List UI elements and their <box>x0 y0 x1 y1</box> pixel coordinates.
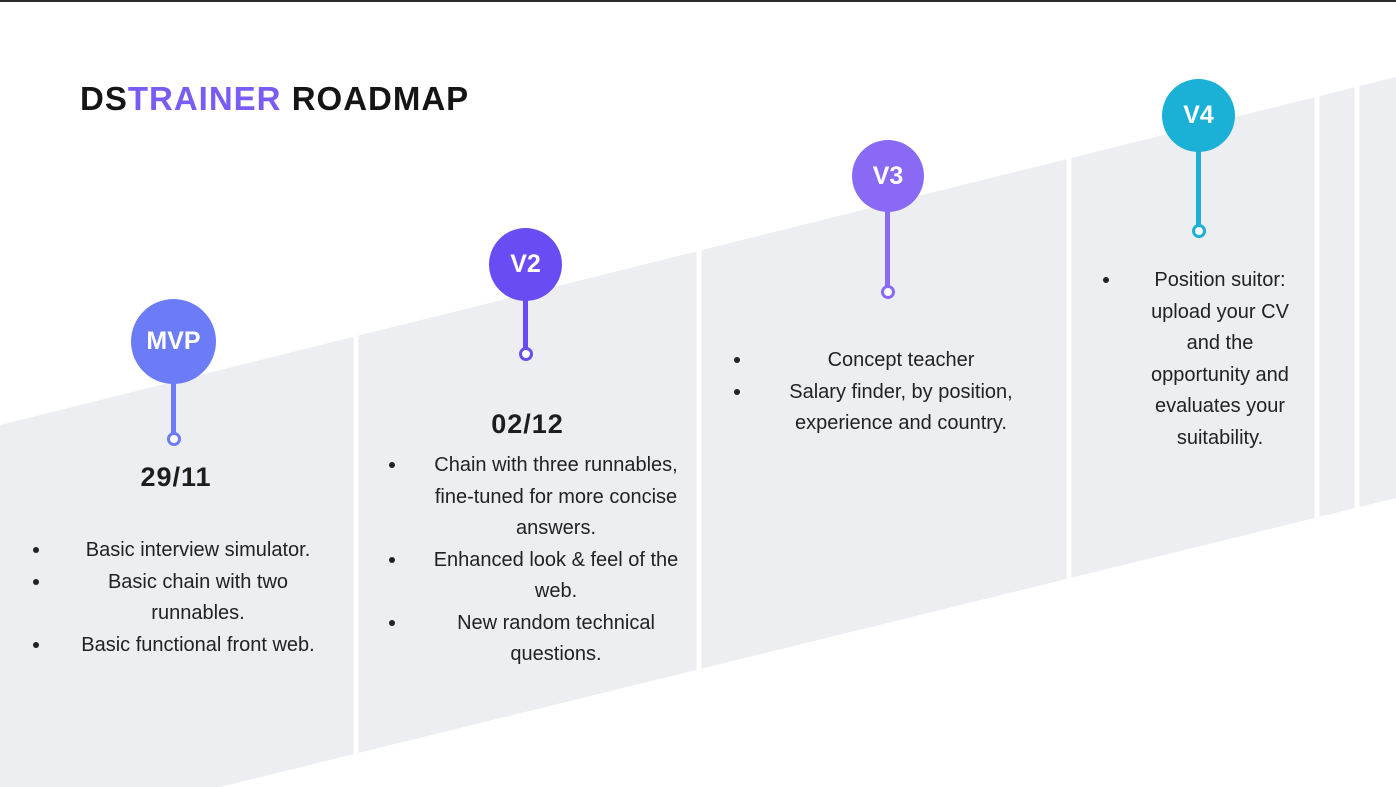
title-accent: TRAINER <box>127 80 282 117</box>
milestone-v2-badge: V2 <box>489 228 562 301</box>
list-item: Basic functional front web. <box>30 630 322 662</box>
milestone-v3-marker <box>881 285 895 299</box>
milestone-v4-badge: V4 <box>1162 79 1235 152</box>
milestone-v2-stem <box>523 300 528 348</box>
list-item: Chain with three runnables, fine-tuned f… <box>386 450 682 545</box>
list-item: Enhanced look & feel of the web. <box>386 545 682 608</box>
list-item: Basic interview simulator. <box>30 535 322 567</box>
title-prefix: DS <box>80 80 128 117</box>
milestone-v2-date: 02/12 <box>491 409 564 439</box>
milestone-v4-stem <box>1196 151 1201 225</box>
milestone-mvp-date: 29/11 <box>140 462 212 492</box>
milestone-v4-marker <box>1192 224 1206 238</box>
milestone-mvp-stem <box>171 383 176 433</box>
milestone-v3-badge: V3 <box>852 140 924 212</box>
milestone-mvp-badge: MVP <box>131 299 216 384</box>
list-item: Salary finder, by position, experience a… <box>731 377 1027 440</box>
milestone-v4-list: Position suitor: upload your CV and the … <box>1100 265 1296 454</box>
milestone-mvp-marker <box>167 432 181 446</box>
list-item: Concept teacher <box>731 345 1027 377</box>
milestone-v2-marker <box>519 347 533 361</box>
list-item: New random technical questions. <box>386 608 682 671</box>
milestone-v3-list: Concept teacher Salary finder, by positi… <box>731 345 1027 440</box>
milestone-mvp-list: Basic interview simulator. Basic chain w… <box>30 535 322 661</box>
list-item: Position suitor: upload your CV and the … <box>1100 265 1296 454</box>
title-suffix: ROADMAP <box>291 80 470 117</box>
page-title: DSTRAINER ROADMAP <box>80 80 469 118</box>
milestone-v2-list: Chain with three runnables, fine-tuned f… <box>386 450 682 671</box>
milestone-v3-stem <box>885 211 890 286</box>
list-item: Basic chain with two runnables. <box>30 567 322 630</box>
